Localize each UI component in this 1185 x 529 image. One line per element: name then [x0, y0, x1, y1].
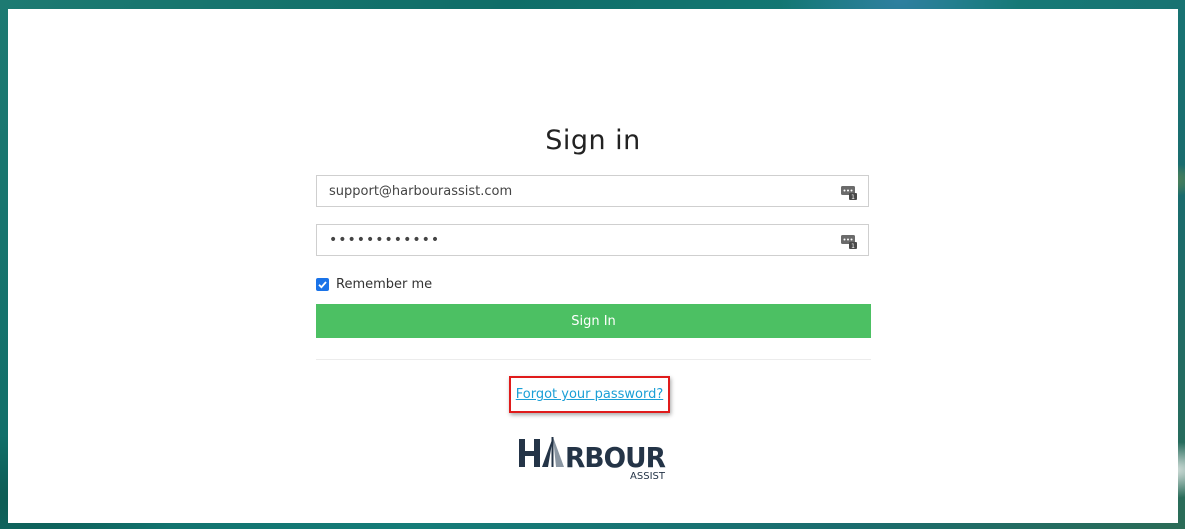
svg-text:1: 1 [851, 243, 855, 250]
forgot-password-link[interactable]: Forgot your password? [516, 387, 664, 402]
login-card: Sign in 1 1 Remember me Sig [8, 9, 1178, 523]
email-field[interactable]: 1 [316, 175, 869, 207]
email-input[interactable] [317, 176, 837, 206]
svg-text:RBOUR: RBOUR [565, 441, 665, 474]
password-input[interactable] [317, 225, 837, 255]
sign-in-button[interactable]: Sign In [316, 304, 871, 338]
page-title: Sign in [545, 125, 641, 156]
divider [316, 359, 871, 360]
svg-text:1: 1 [851, 194, 855, 201]
logo-subtext: ASSIST [630, 471, 666, 482]
password-field[interactable]: 1 [316, 224, 869, 256]
password-manager-icon[interactable]: 1 [840, 232, 858, 250]
forgot-password-highlight: Forgot your password? [509, 376, 670, 413]
password-manager-icon[interactable]: 1 [840, 183, 858, 201]
remember-checkbox[interactable] [316, 277, 329, 291]
harbour-assist-logo: RBOUR ASSIST [519, 437, 666, 482]
remember-me[interactable]: Remember me [316, 275, 432, 293]
checkmark-icon [318, 280, 327, 289]
remember-label: Remember me [336, 276, 433, 292]
